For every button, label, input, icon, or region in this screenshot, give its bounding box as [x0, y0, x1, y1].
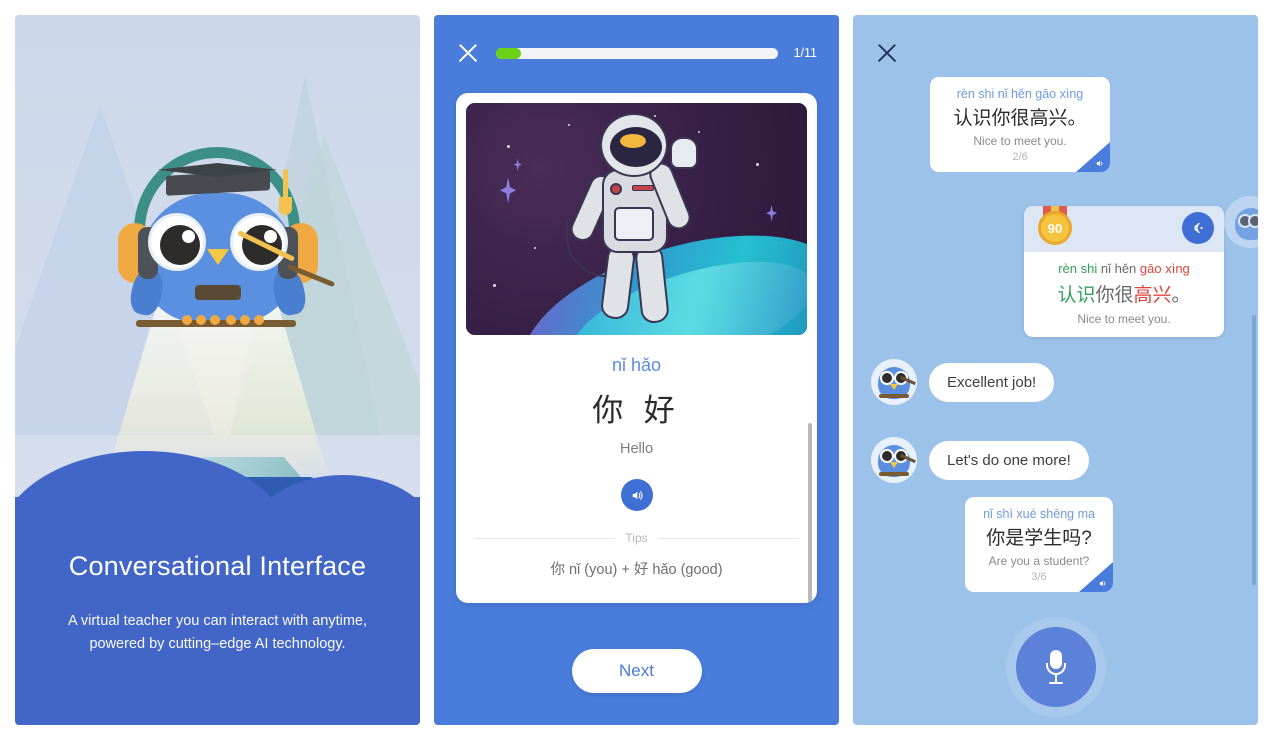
- score-value: 90: [1038, 211, 1072, 245]
- bubble-hanzi: 认识你很高兴。: [953, 108, 1087, 129]
- owl-avatar: [871, 437, 917, 483]
- owl-mouth: [194, 285, 241, 300]
- next-button[interactable]: Next: [571, 649, 702, 693]
- hanzi-part-bad: 高兴: [1133, 285, 1172, 306]
- score-pinyin: rèn shi nǐ hěn gāo xìng: [1034, 261, 1214, 276]
- progress-fill: [496, 47, 522, 59]
- hanzi-part-period: 。: [1171, 285, 1191, 306]
- owl-beak: [206, 249, 229, 265]
- lesson-content: nǐ hǎo 你 好 Hello: [456, 335, 817, 511]
- owl-avatar-faded: [1224, 196, 1258, 248]
- owl-mascot: [108, 145, 335, 345]
- onboarding-copy: Conversational Interface A virtual teach…: [15, 551, 420, 655]
- teacher-bubble[interactable]: Let's do one more!: [929, 440, 1089, 480]
- screenshot-stage: Conversational Interface A virtual teach…: [0, 0, 1269, 740]
- lesson-topbar: 1/11: [434, 15, 839, 65]
- lesson-panel: 1/11 nǐ hǎo 你 好 Hello Tips 你 nǐ (you) + …: [434, 15, 839, 725]
- mic-wave-icon[interactable]: [1182, 212, 1214, 244]
- score-translation: Nice to meet you.: [1077, 312, 1171, 326]
- owl-eye-left: [147, 213, 206, 271]
- owl-avatar: [871, 359, 917, 405]
- lesson-translation: Hello: [619, 441, 654, 457]
- speaker-icon[interactable]: [620, 479, 653, 511]
- prompt-bubble[interactable]: nǐ shì xué shēng ma 你是学生吗? Are you a stu…: [965, 497, 1113, 592]
- chat-scrollbar[interactable]: [1252, 315, 1256, 585]
- astronaut-illustration: [466, 103, 807, 335]
- card-scrollbar[interactable]: [808, 423, 812, 603]
- teacher-message-row: Let's do one more!: [871, 437, 1089, 483]
- lesson-card: nǐ hǎo 你 好 Hello Tips 你 nǐ (you) + 好 hǎo…: [456, 93, 817, 603]
- tips-label: Tips: [625, 531, 648, 545]
- tips-text: 你 nǐ (you) + 好 hǎo (good): [550, 562, 723, 578]
- teacher-message-row: Excellent job!: [871, 359, 1055, 405]
- progress-label: 1/11: [793, 46, 817, 60]
- score-hanzi: 认识你很高兴。: [1034, 280, 1214, 307]
- bubble-translation: Nice to meet you.: [973, 134, 1067, 148]
- subtitle-line-1: A virtual teacher you can interact with …: [67, 613, 367, 630]
- close-icon[interactable]: [875, 41, 899, 65]
- bubble-counter: 3/6: [1031, 571, 1047, 583]
- hanzi-part-neutral: 你很: [1095, 285, 1134, 306]
- lesson-pinyin: nǐ hǎo: [611, 355, 662, 375]
- pinyin-part-neutral: nǐ hěn: [1100, 261, 1137, 276]
- bubble-pinyin: nǐ shì xué shēng ma: [983, 507, 1095, 521]
- tips-divider: Tips: [474, 531, 799, 545]
- page-title: Conversational Interface: [68, 551, 367, 582]
- lesson-hanzi: 你 好: [592, 393, 681, 428]
- astronaut-figure: [562, 111, 712, 327]
- hanzi-part-good: 认识: [1057, 285, 1096, 306]
- progress-bar: [496, 47, 778, 59]
- prompt-bubble[interactable]: rèn shi nǐ hěn gāo xìng 认识你很高兴。 Nice to …: [930, 77, 1110, 172]
- subtitle-line-2: powered by cutting–edge AI technology.: [89, 635, 346, 652]
- owl-teacher-illustration: [15, 145, 420, 505]
- close-icon[interactable]: [456, 41, 480, 65]
- bubble-translation: Are you a student?: [988, 554, 1090, 568]
- owl-feet: [176, 315, 264, 325]
- onboarding-subtitle: A virtual teacher you can interact with …: [15, 610, 420, 655]
- pinyin-part-bad: gāo xìng: [1139, 261, 1190, 276]
- score-content: rèn shi nǐ hěn gāo xìng 认识你很高兴。 Nice to …: [1024, 252, 1224, 337]
- microphone-icon[interactable]: [1015, 627, 1096, 707]
- bubble-counter: 2/6: [1012, 151, 1028, 163]
- medal-icon: 90: [1034, 206, 1076, 250]
- score-header: 90: [1024, 206, 1224, 252]
- bubble-pinyin: rèn shi nǐ hěn gāo xìng: [956, 87, 1084, 101]
- pinyin-part-good: rèn shi: [1058, 261, 1098, 276]
- chat-panel: rèn shi nǐ hěn gāo xìng 认识你很高兴。 Nice to …: [853, 15, 1258, 725]
- onboarding-panel: Conversational Interface A virtual teach…: [15, 15, 420, 725]
- teacher-bubble[interactable]: Excellent job!: [929, 362, 1055, 402]
- cap-tassel: [278, 169, 292, 215]
- bubble-hanzi: 你是学生吗?: [986, 528, 1092, 549]
- score-bubble[interactable]: 90 rèn shi nǐ hěn gāo xìng 认识你很高兴。 Nice …: [1024, 206, 1224, 337]
